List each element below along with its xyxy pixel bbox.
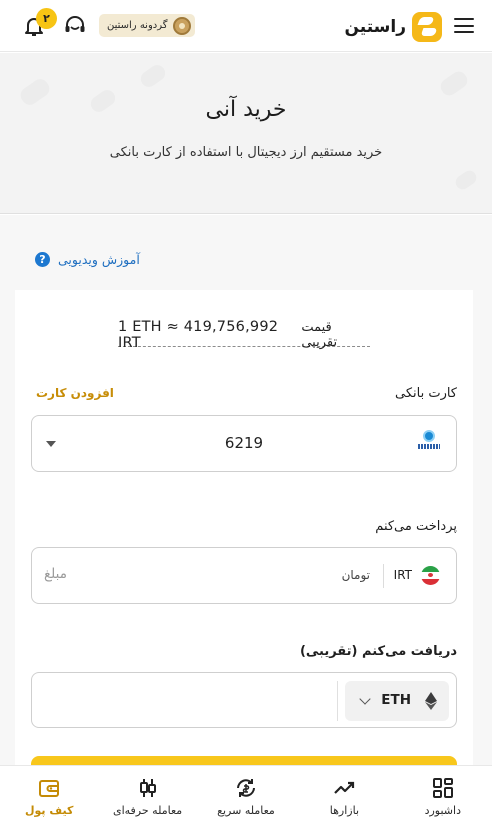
selected-card-number: 6219 [224,434,264,452]
divider [337,681,338,721]
pay-amount-field[interactable]: IRT تومان مبلغ [31,547,457,604]
divider [383,564,384,588]
bank-card-select[interactable]: 6219 [31,415,457,472]
wallet-icon [39,780,60,797]
bank-logo-icon [416,430,442,456]
decor-shape [437,68,471,99]
notification-count-badge: ۲ [36,8,57,29]
hamburger-menu-icon[interactable] [454,18,474,34]
pay-currency-code: IRT [393,568,412,582]
pay-currency-name: تومان [341,568,370,582]
iran-flag-icon [421,566,440,585]
amount-placeholder: مبلغ [44,566,67,582]
pro-trade-icon [139,779,156,797]
nav-dashboard[interactable]: داشبورد [394,766,492,827]
ethereum-icon [425,692,437,710]
hero-section: خرید آنی خرید مستقیم ارز دیجیتال با استف… [0,53,492,214]
nav-label: داشبورد [424,804,461,817]
bank-card-label: کارت بانکی [394,386,457,401]
brand-logo[interactable]: راستین [344,12,442,42]
receive-currency-code: ETH [381,692,411,708]
video-tutorial-label: آموزش ویدیویی [58,252,140,267]
receive-label: دریافت می‌کنم (تقریبی) [299,644,457,659]
bottom-navigation: داشبورد بازارها معامله سریع معامله حرفه‌… [0,765,492,827]
nav-label: کیف پول [24,804,74,817]
wheel-of-fortune-button[interactable]: گردونه راستین [99,14,195,37]
approx-price-value: 1 ETH ≈ 419,756,992 IRT [118,318,279,351]
page-background [0,215,15,775]
decor-shape [137,61,169,91]
page-background [473,215,492,775]
receive-amount-field[interactable]: ETH [31,672,457,728]
page-title: خرید آنی [205,97,287,122]
markets-icon [334,781,355,794]
brand-name: راستین [344,17,406,37]
nav-wallet[interactable]: کیف پول [0,766,98,827]
dashboard-icon [432,778,453,798]
nav-quick-trade[interactable]: معامله سریع [197,766,295,827]
add-card-button[interactable]: افزودن کارت [36,386,114,400]
nav-label: بازارها [329,804,360,817]
wheel-label: گردونه راستین [107,20,168,31]
brand-mark-icon [412,12,442,42]
page-subtitle: خرید مستقیم ارز دیجیتال با استفاده از کا… [109,145,383,160]
nav-label: معامله سریع [217,804,275,817]
support-headset-icon[interactable] [64,16,86,36]
chevron-down-icon [359,693,371,705]
pay-label: پرداخت می‌کنم [375,519,457,534]
nav-markets[interactable]: بازارها [295,766,393,827]
nav-pro-trade[interactable]: معامله حرفه‌ای [98,766,196,827]
receive-currency-select[interactable]: ETH [345,681,449,721]
help-question-icon: ? [35,252,50,267]
quick-trade-icon [236,779,255,797]
nav-label: معامله حرفه‌ای [112,804,183,817]
approx-price-label: قیمت تقریبی [301,319,338,350]
wheel-icon [172,16,191,35]
decor-shape [452,167,480,193]
top-bar: راستین گردونه راستین ۲ [0,0,492,52]
approx-price: 1 ETH ≈ 419,756,992 IRT قیمت تقریبی [118,319,370,351]
video-tutorial-link[interactable]: ? آموزش ویدیویی [35,252,140,267]
